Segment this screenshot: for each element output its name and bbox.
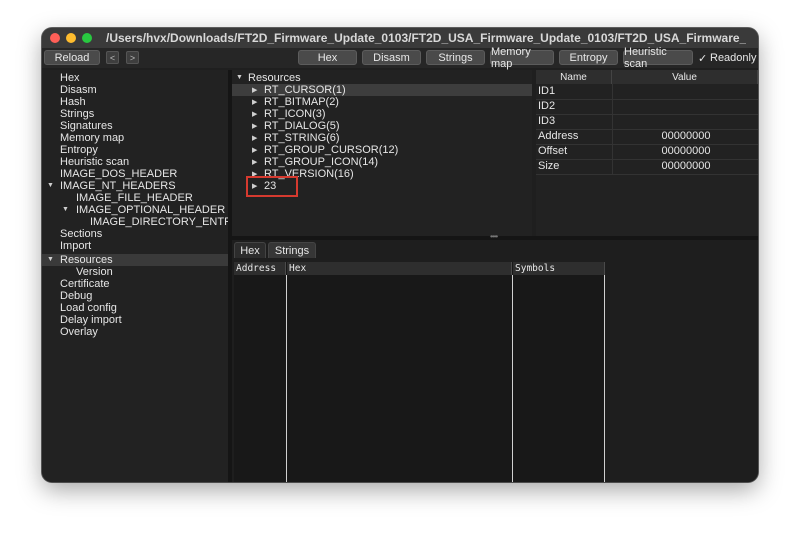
collapsed-arrow-icon[interactable]: ▶ [252, 86, 257, 94]
resource-item[interactable]: RT_GROUP_CURSOR(12) [264, 144, 398, 156]
property-name: Size [538, 160, 560, 172]
resources-root[interactable]: Resources [248, 72, 301, 84]
tab-hex[interactable]: Hex [234, 242, 266, 258]
bottom-pane: Hex Strings Address Hex Symbols [232, 240, 758, 482]
resource-item[interactable]: RT_DIALOG(5) [264, 120, 340, 132]
nav-item-image-file-header[interactable]: IMAGE_FILE_HEADER [76, 192, 193, 204]
column-divider [604, 275, 605, 482]
nav-item-hex[interactable]: Hex [60, 72, 80, 84]
property-name: ID2 [538, 100, 556, 112]
app-window: /Users/hvx/Downloads/FT2D_Firmware_Updat… [42, 28, 758, 482]
table-row[interactable]: ID2 [536, 99, 758, 115]
forward-button[interactable]: > [126, 51, 139, 64]
nav-item-version[interactable]: Version [76, 266, 113, 278]
nav-item-resources[interactable]: Resources [60, 254, 113, 266]
property-value: 00000000 [612, 129, 758, 144]
disasm-button[interactable]: Disasm [362, 50, 421, 65]
zoom-window-button[interactable] [82, 33, 92, 43]
property-value: 00000000 [612, 159, 758, 174]
nav-item-signatures[interactable]: Signatures [60, 120, 113, 132]
readonly-label: Readonly [710, 52, 757, 64]
expanded-arrow-icon[interactable]: ▼ [62, 206, 69, 213]
navigation-tree: Hex Disasm Hash Strings Signatures Memor… [42, 70, 250, 482]
tab-strings[interactable]: Strings [268, 242, 316, 258]
nav-item-strings[interactable]: Strings [60, 108, 94, 120]
column-divider [286, 275, 287, 482]
hex-view[interactable]: Address Hex Symbols [234, 262, 605, 482]
nav-item-image-dos-header[interactable]: IMAGE_DOS_HEADER [60, 168, 177, 180]
nav-item-load-config[interactable]: Load config [60, 302, 117, 314]
close-window-button[interactable] [50, 33, 60, 43]
minimize-window-button[interactable] [66, 33, 76, 43]
column-header-hex[interactable]: Hex [287, 262, 512, 275]
highlight-annotation-box [246, 176, 298, 197]
expanded-arrow-icon[interactable]: ▼ [47, 182, 54, 189]
entropy-button[interactable]: Entropy [559, 50, 618, 65]
window-title: /Users/hvx/Downloads/FT2D_Firmware_Updat… [106, 31, 746, 45]
table-row[interactable]: ID1 [536, 84, 758, 100]
property-name: Address [538, 130, 579, 142]
property-name: ID1 [538, 85, 556, 97]
property-name: ID3 [538, 115, 556, 127]
property-value: 00000000 [612, 144, 758, 159]
column-header-value[interactable]: Value [612, 70, 758, 84]
check-icon: ✓ [698, 52, 708, 65]
nav-item-entropy[interactable]: Entropy [60, 144, 98, 156]
resource-item[interactable]: RT_STRING(6) [264, 132, 340, 144]
column-header-symbols[interactable]: Symbols [513, 262, 605, 275]
nav-item-overlay[interactable]: Overlay [60, 326, 98, 338]
collapsed-arrow-icon[interactable]: ▶ [252, 134, 257, 142]
column-header-address[interactable]: Address [234, 262, 286, 275]
toolbar: Reload < > Hex Disasm Strings Memory map… [42, 46, 758, 70]
nav-item-image-optional-header[interactable]: IMAGE_OPTIONAL_HEADER [76, 204, 225, 216]
property-name: Offset [538, 145, 568, 157]
property-value [612, 84, 758, 99]
nav-item-import[interactable]: Import [60, 240, 91, 252]
nav-item-delay-import[interactable]: Delay import [60, 314, 122, 326]
properties-table: Name Value ID1 ID2 ID3 Address 00000000 … [536, 70, 758, 236]
readonly-checkbox[interactable]: ✓ Readonly [698, 50, 756, 66]
nav-item-image-nt-headers[interactable]: IMAGE_NT_HEADERS [60, 180, 176, 192]
table-row[interactable]: Offset 00000000 [536, 144, 758, 160]
resources-tree: ▼ Resources ▶ RT_CURSOR(1) ▶ RT_BITMAP(2… [232, 70, 532, 236]
nav-item-disasm[interactable]: Disasm [60, 84, 97, 96]
expanded-arrow-icon[interactable]: ▼ [47, 256, 54, 263]
collapsed-arrow-icon[interactable]: ▶ [252, 122, 257, 130]
heuristic-scan-button[interactable]: Heuristic scan [623, 46, 693, 70]
collapsed-arrow-icon[interactable]: ▶ [252, 158, 257, 166]
back-button[interactable]: < [106, 51, 119, 64]
column-header-name[interactable]: Name [536, 70, 612, 84]
resource-item[interactable]: RT_BITMAP(2) [264, 96, 339, 108]
nav-item-heuristic-scan[interactable]: Heuristic scan [60, 156, 129, 168]
strings-button[interactable]: Strings [426, 50, 485, 65]
nav-item-debug[interactable]: Debug [60, 290, 92, 302]
table-row[interactable]: ID3 [536, 114, 758, 130]
reload-button[interactable]: Reload [44, 50, 100, 65]
nav-item-hash[interactable]: Hash [60, 96, 86, 108]
table-row[interactable]: Address 00000000 [536, 129, 758, 145]
collapsed-arrow-icon[interactable]: ▶ [252, 98, 257, 106]
property-value [612, 99, 758, 114]
expanded-arrow-icon[interactable]: ▼ [236, 74, 243, 81]
table-row[interactable]: Size 00000000 [536, 159, 758, 175]
column-divider [512, 275, 513, 482]
resource-item[interactable]: RT_ICON(3) [264, 108, 326, 120]
nav-item-sections[interactable]: Sections [60, 228, 102, 240]
memory-map-button[interactable]: Memory map [490, 46, 554, 70]
collapsed-arrow-icon[interactable]: ▶ [252, 110, 257, 118]
property-value [612, 114, 758, 129]
nav-item-image-directory-entries[interactable]: IMAGE_DIRECTORY_ENTRIES [90, 216, 250, 228]
collapsed-arrow-icon[interactable]: ▶ [252, 146, 257, 154]
hex-button[interactable]: Hex [298, 50, 357, 65]
nav-item-memory-map[interactable]: Memory map [60, 132, 124, 144]
nav-item-certificate[interactable]: Certificate [60, 278, 110, 290]
resource-item[interactable]: RT_GROUP_ICON(14) [264, 156, 378, 168]
resource-item[interactable]: RT_CURSOR(1) [264, 84, 346, 96]
